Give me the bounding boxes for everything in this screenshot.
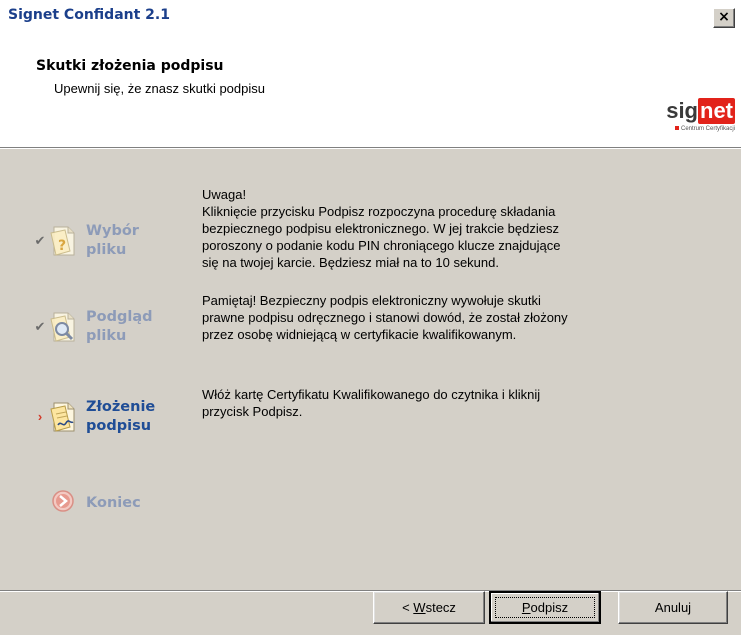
title-bar: Signet Confidant 2.1 ×: [0, 0, 741, 32]
warning-paragraph: Uwaga! Kliknięcie przycisku Podpisz rozp…: [202, 187, 561, 270]
page-title: Skutki złożenia podpisu: [36, 58, 224, 74]
step-koniec: Koniec: [34, 486, 141, 520]
step-wybor-pliku: ✔ ? Wybór pliku: [34, 222, 139, 260]
checkmark-icon: ✔: [34, 319, 46, 334]
step-label: Koniec: [86, 494, 141, 511]
step-label: pliku: [86, 242, 127, 258]
instruction-paragraph: Włóż kartę Certyfikatu Kwalifikowanego d…: [202, 387, 541, 419]
step-zlozenie-podpisu: › Złożenie podpisu: [34, 398, 155, 436]
magnifier-document-icon: [48, 310, 78, 344]
cancel-button[interactable]: Anuluj: [618, 591, 728, 624]
sign-button[interactable]: Podpisz: [489, 591, 601, 624]
step-label: Złożenie: [86, 399, 156, 415]
step-label: podpisu: [86, 418, 152, 434]
page-subtitle: Upewnij się, że znasz skutki podpisu: [54, 81, 265, 96]
wizard-window: Signet Confidant 2.1 × Skutki złożenia p…: [0, 0, 741, 635]
step-label: Wybór: [86, 223, 139, 239]
window-title: Signet Confidant 2.1: [8, 7, 170, 23]
legal-paragraph: Pamiętaj! Bezpieczny podpis elektroniczn…: [202, 293, 568, 342]
back-button[interactable]: < Wstecz: [373, 591, 485, 624]
signet-logo: signet Centrum Certyfikacji: [666, 98, 735, 132]
step-podglad-pliku: ✔ Podgląd pliku: [34, 308, 153, 346]
close-icon: ×: [718, 9, 730, 25]
signature-document-icon: [48, 400, 78, 434]
arrow-circle-icon: [48, 486, 78, 520]
step-label: Podgląd: [86, 309, 153, 325]
current-step-arrow-icon: ›: [37, 409, 43, 424]
logo-tagline: Centrum Certyfikacji: [675, 126, 735, 132]
close-button[interactable]: ×: [713, 8, 735, 28]
svg-text:?: ?: [58, 238, 66, 254]
checkmark-icon: ✔: [34, 233, 46, 248]
step-label: pliku: [86, 328, 127, 344]
question-document-icon: ?: [48, 224, 78, 258]
wizard-header: Skutki złożenia podpisu Upewnij się, że …: [0, 32, 741, 149]
